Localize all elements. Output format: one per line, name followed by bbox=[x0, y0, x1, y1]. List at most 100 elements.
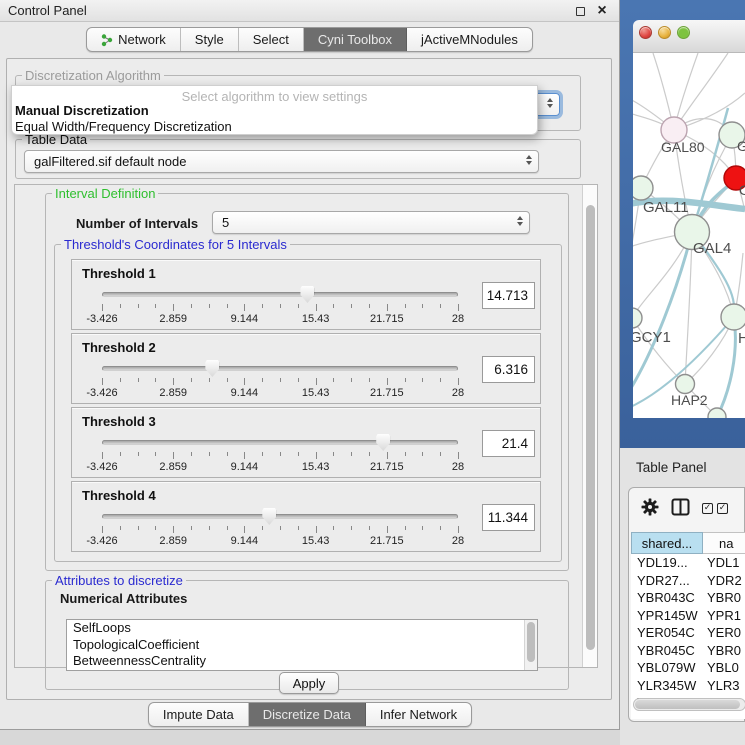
tick-label: -3.426 bbox=[86, 313, 117, 325]
table-row[interactable]: YLR345W YLR3 bbox=[631, 677, 745, 695]
float-window-button[interactable] bbox=[573, 4, 587, 18]
tick-label: 9.144 bbox=[231, 313, 259, 325]
close-traffic-light[interactable] bbox=[639, 26, 652, 39]
slider-rail bbox=[102, 292, 458, 297]
attributes-list-scrollbar[interactable] bbox=[524, 620, 537, 670]
network-window-titlebar[interactable] bbox=[633, 20, 745, 53]
popup-prompt: Select algorithm to view settings bbox=[12, 89, 537, 104]
interval-definition-groupbox: Interval Definition Number of Intervals … bbox=[45, 193, 569, 571]
popup-item[interactable]: Manual Discretization bbox=[15, 103, 534, 119]
tab-cyni-toolbox[interactable]: Cyni Toolbox bbox=[304, 28, 407, 51]
control-panel-titlebar: Control Panel × bbox=[0, 0, 619, 22]
settings-scroll-viewport: Interval Definition Number of Intervals … bbox=[14, 184, 598, 668]
tab-style[interactable]: Style bbox=[181, 28, 239, 51]
tick-label: -3.426 bbox=[86, 387, 117, 399]
tab-impute-data[interactable]: Impute Data bbox=[149, 703, 249, 726]
slider-tick-labels: -3.4262.8599.14415.4321.71528 bbox=[102, 387, 458, 399]
table-row[interactable]: YDR27... YDR2 bbox=[631, 572, 745, 590]
threshold-value-field[interactable]: 14.713 bbox=[482, 282, 535, 309]
node-right-mid[interactable] bbox=[721, 304, 745, 330]
threshold-row: Threshold 2 -3.4262.8599.14415.4321.7152… bbox=[71, 333, 541, 404]
tick-label: 28 bbox=[452, 461, 464, 473]
table-row[interactable]: YPR145W YPR1 bbox=[631, 607, 745, 625]
table-panel: ✓ ✓ shared... na YDL19... YDL1 YDR27... bbox=[628, 487, 745, 722]
threshold-value-field[interactable]: 6.316 bbox=[482, 356, 535, 383]
slider-thumb[interactable] bbox=[205, 360, 219, 377]
minimize-traffic-light[interactable] bbox=[658, 26, 671, 39]
threshold-slider[interactable] bbox=[102, 292, 458, 299]
table-row[interactable]: YBR045C YBR0 bbox=[631, 642, 745, 660]
table-panel-region: Table Panel ✓ ✓ shared... na bbox=[620, 448, 745, 745]
algorithm-dropdown-popup: Select algorithm to view settings Manual… bbox=[11, 85, 538, 135]
tab-label: jActiveMNodules bbox=[421, 32, 518, 47]
node-gcy1[interactable] bbox=[633, 308, 642, 328]
slider-ticks bbox=[102, 304, 458, 312]
node-hap2[interactable] bbox=[676, 375, 695, 394]
attributes-group-title: Attributes to discretize bbox=[52, 573, 186, 588]
gal80-label: GAL80 bbox=[661, 139, 705, 155]
threshold-row: Threshold 3 -3.4262.8599.14415.4321.7152… bbox=[71, 407, 541, 478]
checkbox-icon[interactable]: ✓ bbox=[702, 503, 713, 514]
table-body: YDL19... YDL1 YDR27... YDR2 YBR043C YBR0… bbox=[631, 554, 745, 712]
table-toolbar: ✓ ✓ bbox=[629, 494, 744, 522]
checkbox-icon[interactable]: ✓ bbox=[717, 503, 728, 514]
slider-rail bbox=[102, 366, 458, 371]
slider-thumb[interactable] bbox=[300, 286, 314, 303]
node-gal11[interactable] bbox=[633, 176, 653, 200]
threshold-slider[interactable] bbox=[102, 366, 458, 373]
tab-jactivemnodules[interactable]: jActiveMNodules bbox=[407, 28, 532, 51]
tab-label: Style bbox=[195, 32, 224, 47]
tick-label: -3.426 bbox=[86, 535, 117, 547]
network-nodes bbox=[633, 117, 745, 418]
attribute-list-item[interactable]: SelfLoops bbox=[67, 620, 537, 637]
table-row[interactable]: YDL19... YDL1 bbox=[631, 554, 745, 572]
threshold-value-field[interactable]: 21.4 bbox=[482, 430, 535, 457]
table-row[interactable]: YBR043C YBR0 bbox=[631, 589, 745, 607]
columns-icon[interactable] bbox=[671, 498, 690, 519]
column-header-name[interactable]: na bbox=[703, 532, 745, 554]
attribute-list-item[interactable]: BetweennessCentrality bbox=[67, 653, 537, 670]
tick-label: 2.859 bbox=[159, 535, 187, 547]
zoom-traffic-light[interactable] bbox=[677, 26, 690, 39]
network-graph: GAL80 GA C GAL11 GAL4 GCY1 H HAP2 bbox=[633, 53, 745, 418]
numerical-attributes-list[interactable]: SelfLoopsTopologicalCoefficientBetweenne… bbox=[66, 619, 538, 671]
table-horizontal-scrollbar[interactable] bbox=[633, 698, 745, 711]
close-window-button[interactable]: × bbox=[595, 4, 609, 18]
viewport-scrollbar[interactable] bbox=[582, 185, 597, 667]
tab-select[interactable]: Select bbox=[239, 28, 304, 51]
tick-label: -3.426 bbox=[86, 461, 117, 473]
node-bottom[interactable] bbox=[708, 408, 726, 418]
threshold-slider[interactable] bbox=[102, 440, 458, 447]
tab-infer-network[interactable]: Infer Network bbox=[366, 703, 471, 726]
slider-ticks bbox=[102, 378, 458, 386]
algorithm-group-title: Discretization Algorithm bbox=[22, 68, 164, 83]
tab-discretize-data[interactable]: Discretize Data bbox=[249, 703, 366, 726]
popup-item[interactable]: Equal Width/Frequency Discretization bbox=[15, 119, 534, 135]
apply-button[interactable]: Apply bbox=[279, 672, 339, 694]
table-header-row: shared... na bbox=[631, 532, 745, 554]
table-row[interactable]: YER054C YER0 bbox=[631, 624, 745, 642]
node-table: shared... na YDL19... YDL1 YDR27... YDR2… bbox=[631, 532, 745, 719]
gear-icon[interactable] bbox=[641, 498, 659, 519]
tick-label: 28 bbox=[452, 387, 464, 399]
window-title: Control Panel bbox=[8, 3, 87, 18]
tab-network[interactable]: Network bbox=[87, 28, 181, 51]
table-row[interactable]: YBL079W YBL0 bbox=[631, 659, 745, 677]
threshold-label: Threshold 1 bbox=[82, 266, 156, 281]
table-data-combobox[interactable]: galFiltered.sif default node bbox=[24, 150, 539, 173]
slider-thumb[interactable] bbox=[376, 434, 390, 451]
slider-thumb[interactable] bbox=[262, 508, 276, 525]
attribute-list-item[interactable]: TopologicalCoefficient bbox=[67, 637, 537, 654]
stepper-arrows-icon bbox=[547, 98, 553, 108]
tab-label: Network bbox=[118, 32, 166, 47]
tick-label: 15.43 bbox=[302, 313, 330, 325]
threshold-value-field[interactable]: 11.344 bbox=[482, 504, 535, 531]
tick-label: 28 bbox=[452, 535, 464, 547]
network-icon bbox=[101, 33, 113, 47]
slider-rail bbox=[102, 514, 458, 519]
column-header-shared-name[interactable]: shared... bbox=[631, 532, 703, 554]
partial-label: GA bbox=[737, 138, 745, 154]
num-intervals-combobox[interactable]: 5 bbox=[212, 211, 530, 234]
network-canvas[interactable]: GAL80 GA C GAL11 GAL4 GCY1 H HAP2 bbox=[633, 53, 745, 418]
threshold-slider[interactable] bbox=[102, 514, 458, 521]
